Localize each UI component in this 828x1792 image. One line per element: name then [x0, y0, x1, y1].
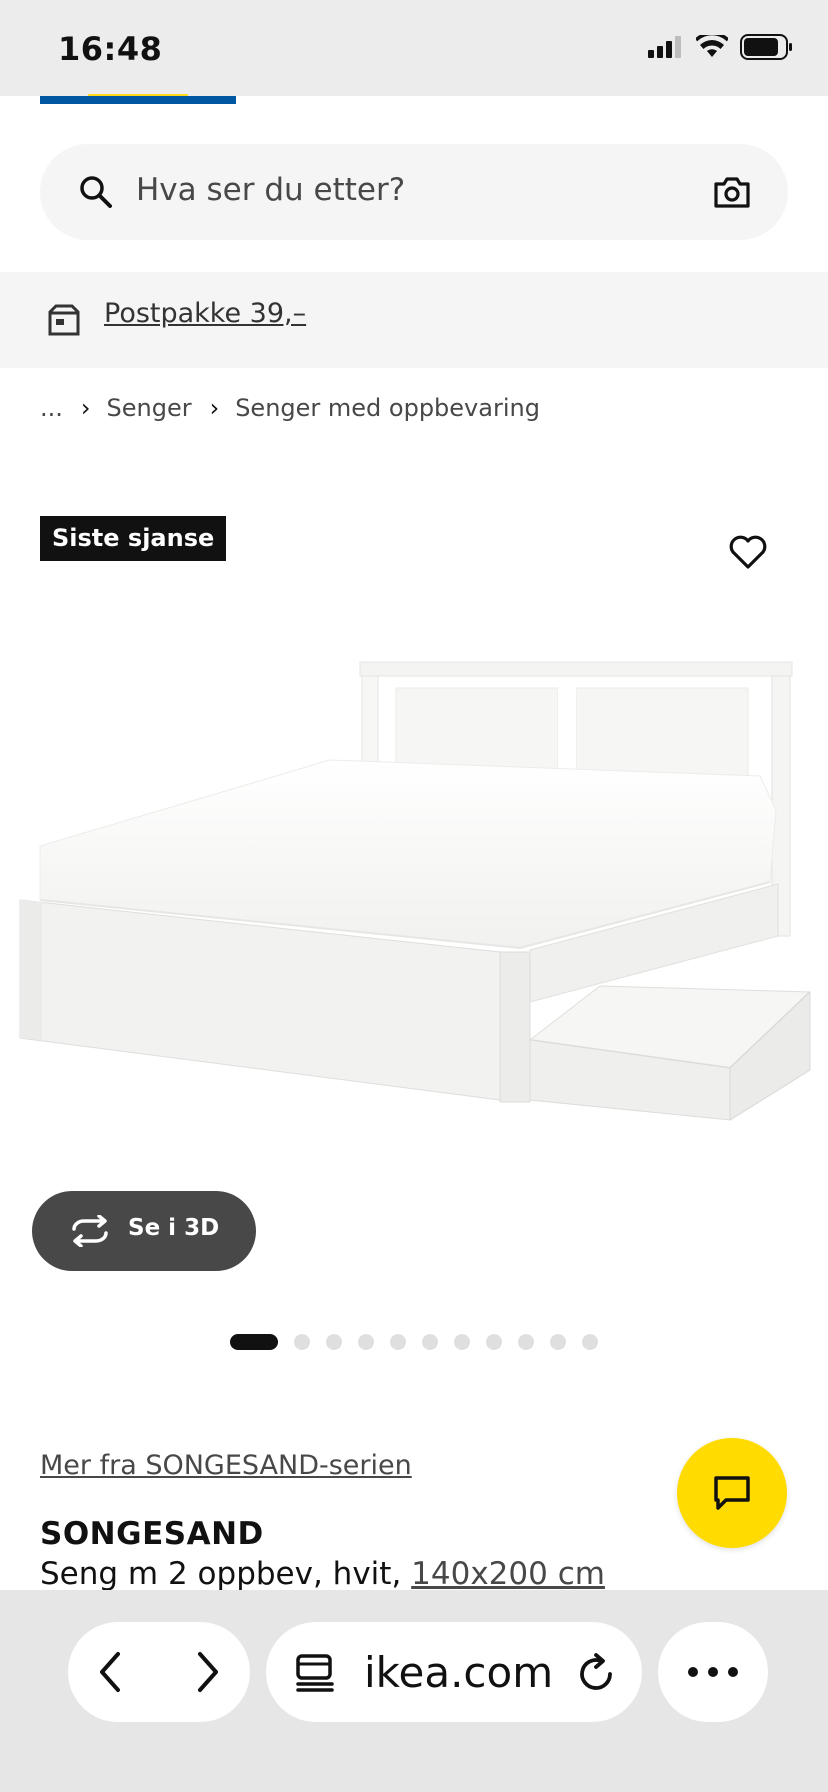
- product-description-text: Seng m 2 oppbev, hvit,: [40, 1556, 412, 1592]
- carousel-dot[interactable]: [358, 1334, 374, 1350]
- tabs-icon[interactable]: [294, 1652, 336, 1692]
- battery-icon: [740, 34, 792, 60]
- carousel-dot[interactable]: [486, 1334, 502, 1350]
- carousel-dot[interactable]: [422, 1334, 438, 1350]
- carousel-dot[interactable]: [294, 1334, 310, 1350]
- carousel-dot[interactable]: [326, 1334, 342, 1350]
- status-time: 16:48: [58, 30, 163, 68]
- view-3d-label: Se i 3D: [128, 1215, 220, 1241]
- product-description: Seng m 2 oppbev, hvit, 140x200 cm: [40, 1556, 605, 1592]
- shipping-link[interactable]: Postpakke 39,–: [104, 298, 306, 329]
- breadcrumb-item-more[interactable]: ...: [40, 394, 63, 422]
- chevron-right-icon: ›: [209, 394, 220, 422]
- breadcrumb-item-senger[interactable]: Senger: [107, 394, 192, 422]
- heart-icon[interactable]: [728, 534, 768, 570]
- carousel-dot[interactable]: [518, 1334, 534, 1350]
- search-icon[interactable]: [78, 174, 114, 210]
- more-button[interactable]: [658, 1622, 768, 1722]
- chat-button[interactable]: [677, 1438, 787, 1548]
- view-3d-button[interactable]: Se i 3D: [32, 1191, 256, 1271]
- carousel-dot-active[interactable]: [230, 1334, 278, 1350]
- breadcrumb: ... › Senger › Senger med oppbevaring: [40, 394, 540, 422]
- more-icon: [688, 1667, 738, 1677]
- breadcrumb-item-current[interactable]: Senger med oppbevaring: [235, 394, 540, 422]
- status-icons: [648, 34, 794, 60]
- carousel-dot[interactable]: [582, 1334, 598, 1350]
- forward-icon[interactable]: [190, 1648, 226, 1696]
- carousel-dot[interactable]: [390, 1334, 406, 1350]
- wifi-icon: [696, 35, 728, 57]
- parcel-icon: [48, 304, 80, 336]
- carousel-dot[interactable]: [454, 1334, 470, 1350]
- chevron-right-icon: ›: [80, 394, 91, 422]
- status-bar: 16:48: [0, 0, 828, 96]
- chat-icon: [714, 1476, 750, 1510]
- series-link[interactable]: Mer fra SONGESAND-serien: [40, 1450, 412, 1481]
- product-size-link[interactable]: 140x200 cm: [411, 1556, 605, 1592]
- signal-icon: [648, 36, 681, 58]
- carousel-indicator: [230, 1334, 598, 1350]
- product-name: SONGESAND: [40, 1516, 264, 1552]
- last-chance-badge: Siste sjanse: [40, 516, 227, 561]
- reload-icon[interactable]: [574, 1652, 618, 1696]
- search-input[interactable]: Hva ser du etter?: [136, 172, 405, 208]
- camera-icon[interactable]: [712, 174, 752, 210]
- product-image[interactable]: [0, 600, 828, 1180]
- url-text[interactable]: ikea.com: [364, 1648, 553, 1697]
- ikea-logo[interactable]: [40, 96, 236, 104]
- carousel-dot[interactable]: [550, 1334, 566, 1350]
- rotate-3d-icon: [72, 1215, 108, 1247]
- back-icon[interactable]: [92, 1648, 128, 1696]
